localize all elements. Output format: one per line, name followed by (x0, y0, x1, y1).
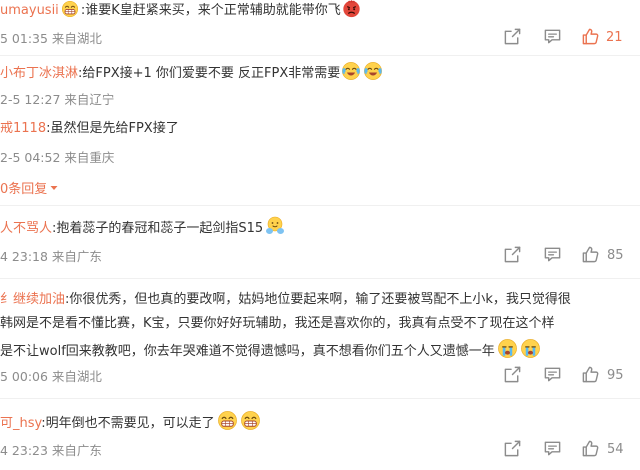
username-link[interactable]: 人不骂人 (0, 221, 52, 236)
cry-emoji (497, 338, 518, 359)
username-link[interactable]: 纟继续加油 (0, 292, 65, 307)
comment-meta: 4 23:23 来自广东 (0, 443, 102, 458)
more-replies-link[interactable]: 0条回复 (0, 178, 59, 197)
thumbs-up-icon[interactable] (581, 365, 600, 384)
comment-line: 小布丁冰淇淋:给FPX接+1 你们爱要不要 反正FPX非常需要 (0, 61, 383, 84)
username-link[interactable]: 可_hsy (0, 416, 41, 431)
thumbs-up-icon[interactable] (581, 245, 600, 264)
grin-emoji (240, 410, 261, 431)
like-count: 95 (607, 368, 624, 383)
comment-text: :明年倒也不需要见，可以走了 (41, 416, 215, 431)
comment-line: 人不骂人:抱着蕊子的春冠和蕊子一起剑指S15 (0, 216, 285, 239)
comment-line: 戒1118:虽然但是先给FPX接了 (0, 119, 179, 139)
comment-icon[interactable] (543, 27, 562, 46)
comment-meta: 4 23:18 来自广东 (0, 249, 102, 264)
divider (0, 205, 640, 206)
chevron-down-icon (49, 183, 59, 193)
comment-text: :抱着蕊子的春冠和蕊子一起剑指S15 (52, 221, 264, 236)
tears-emoji (341, 61, 361, 81)
thumbs-up-icon[interactable] (581, 27, 600, 46)
comment-icon[interactable] (543, 245, 562, 264)
divider (0, 278, 640, 279)
comment-icon[interactable] (543, 439, 562, 458)
username-link[interactable]: 戒1118 (0, 121, 46, 136)
like-count: 85 (607, 248, 624, 263)
username-link[interactable]: 小布丁冰淇淋 (0, 66, 78, 81)
comment-text-line: 韩网是不是看不懂比赛，K宝，只要你好好玩辅助，我还是喜欢你的，我真有点受不了现在… (0, 316, 555, 331)
like-count: 21 (606, 30, 623, 45)
user-badge-emoji (61, 0, 79, 18)
username-link[interactable]: umayusii (0, 3, 59, 18)
comment-line: 纟继续加油:你很优秀，但也真的要改啊，姑妈地位要起来啊，输了还要被骂配不上小k，… (0, 290, 571, 310)
grin-emoji (217, 410, 238, 431)
like-count: 54 (607, 442, 624, 457)
comment-meta: 2-5 12:27 来自辽宁 (0, 92, 115, 107)
comment-meta: 2-5 04:52 来自重庆 (0, 150, 115, 165)
comment-text: :你很优秀，但也真的要改啊，姑妈地位要起来啊，输了还要被骂配不上小k，我只觉得很 (65, 292, 571, 307)
comment-icon[interactable] (543, 365, 562, 384)
hug-emoji (265, 216, 285, 236)
comment-meta: 5 00:06 来自湖北 (0, 369, 102, 384)
thumbs-up-icon[interactable] (581, 439, 600, 458)
comment-text: :虽然但是先给FPX接了 (46, 121, 179, 136)
comment-text: :给FPX接+1 你们爱要不要 反正FPX非常需要 (78, 66, 341, 81)
comment-text: :谁要K皇赶紧来买，来个正常辅助就能带你飞 (80, 3, 341, 18)
tears-emoji (363, 61, 383, 81)
share-icon[interactable] (503, 27, 522, 46)
divider (0, 398, 640, 399)
share-icon[interactable] (503, 439, 522, 458)
comment-meta: 5 01:35 来自湖北 (0, 31, 102, 46)
comment-line: umayusii :谁要K皇赶紧来买，来个正常辅助就能带你飞 (0, 0, 361, 21)
angry-emoji (342, 0, 361, 18)
comment-line: 可_hsy:明年倒也不需要见，可以走了 (0, 410, 261, 434)
divider (0, 55, 640, 56)
comment-text-line: 是不让wolf回来教教吧，你去年哭难道不觉得遗憾吗，真不想看你们五个人又遗憾一年 (0, 338, 541, 362)
cry-emoji (520, 338, 541, 359)
share-icon[interactable] (503, 245, 522, 264)
share-icon[interactable] (503, 365, 522, 384)
